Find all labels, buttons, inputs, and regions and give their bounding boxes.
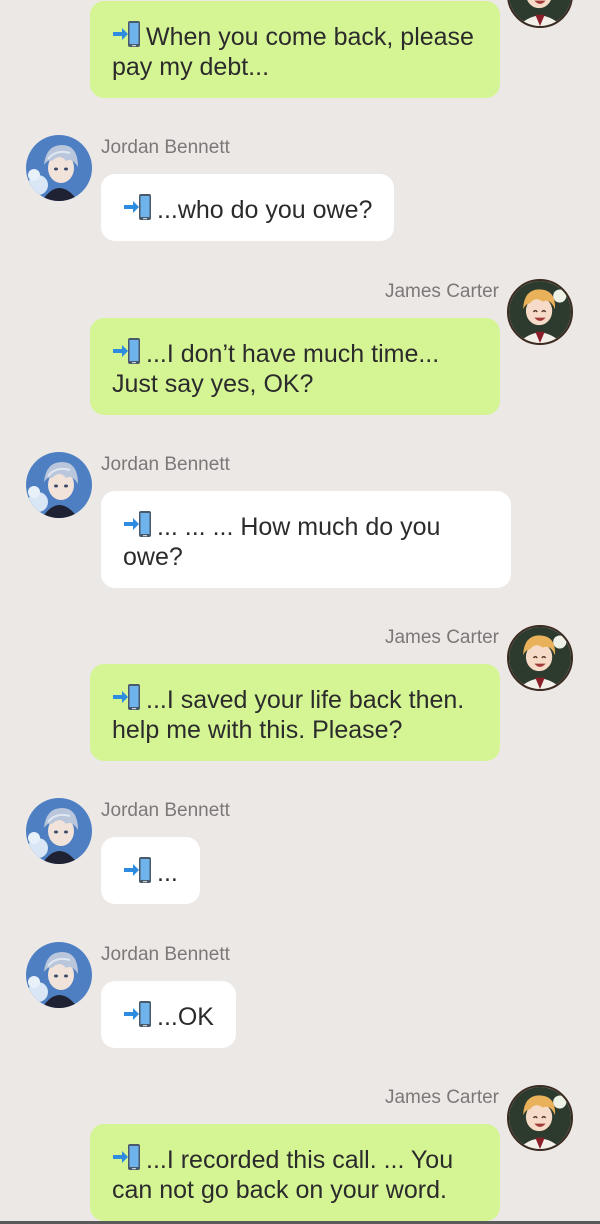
phone-call-icon — [112, 336, 142, 366]
avatar-james-carter[interactable] — [507, 625, 573, 691]
message-row: Jordan Bennett ...who do you owe? — [0, 135, 600, 245]
avatar-jordan-bennett[interactable] — [26, 798, 92, 864]
message-row: Jordan Bennett ... — [0, 798, 600, 908]
message-bubble[interactable]: ...who do you owe? — [101, 174, 395, 241]
avatar-jordan-bennett[interactable] — [26, 452, 92, 518]
sender-name: James Carter — [384, 627, 499, 648]
sender-name: Jordan Bennett — [101, 944, 230, 965]
avatar-james-carter[interactable] — [507, 1085, 573, 1151]
message-bubble[interactable]: ... — [101, 837, 200, 904]
avatar-james-carter[interactable] — [507, 279, 573, 345]
message-bubble[interactable]: ... ... ... How much do you owe? — [101, 491, 511, 588]
message-text: ...I don’t have much time... Just say ye… — [112, 340, 440, 398]
message-text: ... — [157, 859, 178, 887]
message-row: James Carter ...I don’t have much time..… — [0, 279, 600, 419]
phone-call-icon — [123, 509, 153, 539]
message-bubble[interactable]: ...I don’t have much time... Just say ye… — [90, 318, 500, 415]
message-bubble[interactable]: ...I recorded this call. ... You can not… — [90, 1124, 500, 1221]
sender-name: Jordan Bennett — [101, 800, 230, 821]
chat-conversation[interactable]: When you come back, please pay my debt..… — [0, 0, 600, 1224]
message-text: ... ... ... How much do you owe? — [123, 513, 441, 571]
message-bubble[interactable]: ...OK — [101, 981, 236, 1048]
message-text: ...OK — [157, 1003, 214, 1031]
sender-name: Jordan Bennett — [101, 454, 230, 475]
message-row: Jordan Bennett ... ... ... How much do y… — [0, 452, 600, 592]
message-row: James Carter ...I saved your life back t… — [0, 625, 600, 765]
phone-call-icon — [123, 855, 153, 885]
avatar-jordan-bennett[interactable] — [26, 942, 92, 1008]
sender-name: Jordan Bennett — [101, 137, 230, 158]
phone-call-icon — [123, 192, 153, 222]
message-row: When you come back, please pay my debt..… — [0, 0, 600, 102]
phone-call-icon — [112, 19, 142, 49]
message-row: James Carter ...I recorded this call. ..… — [0, 1085, 600, 1224]
avatar-james-carter[interactable] — [507, 0, 573, 28]
sender-name: James Carter — [384, 281, 499, 302]
message-text: When you come back, please pay my debt..… — [112, 23, 474, 81]
phone-call-icon — [112, 682, 142, 712]
avatar-jordan-bennett[interactable] — [26, 135, 92, 201]
message-text: ...I recorded this call. ... You can not… — [112, 1146, 454, 1204]
message-bubble[interactable]: ...I saved your life back then. help me … — [90, 664, 500, 761]
sender-name: James Carter — [384, 1087, 499, 1108]
message-text: ...who do you owe? — [157, 196, 373, 224]
phone-call-icon — [112, 1142, 142, 1172]
message-row: Jordan Bennett ...OK — [0, 942, 600, 1052]
phone-call-icon — [123, 999, 153, 1029]
message-text: ...I saved your life back then. help me … — [112, 686, 465, 744]
message-bubble[interactable]: When you come back, please pay my debt..… — [90, 1, 500, 98]
